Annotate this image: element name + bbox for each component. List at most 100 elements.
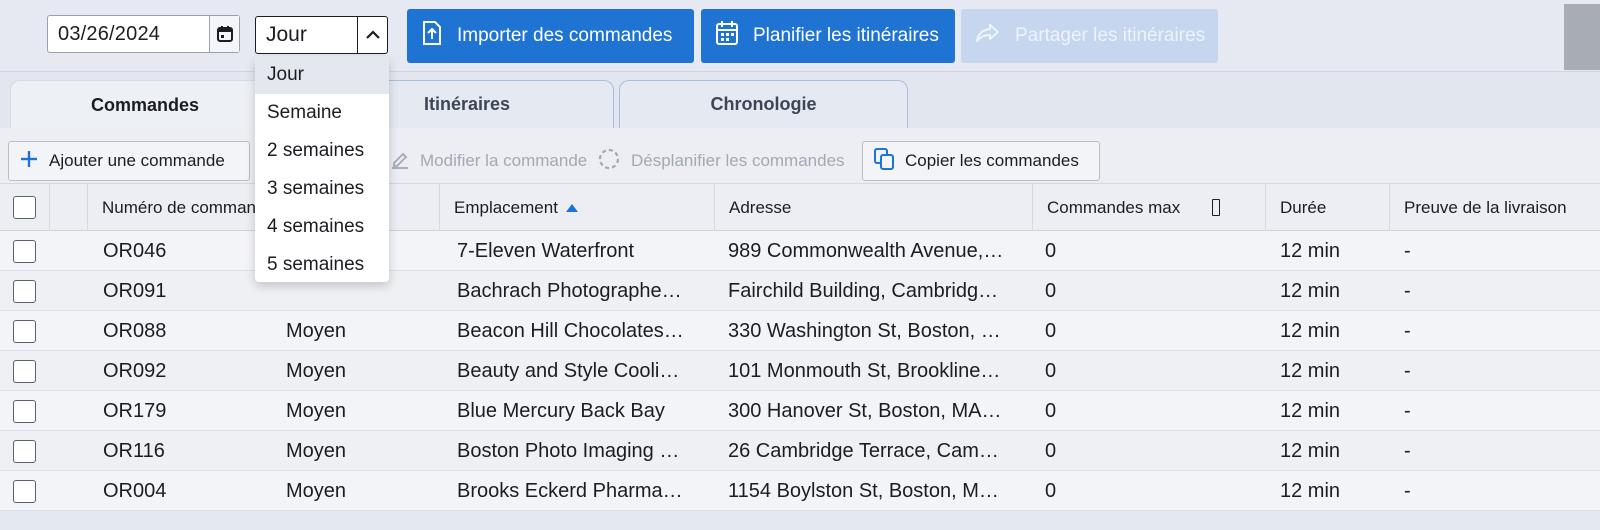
pencil-icon <box>390 149 410 174</box>
cell-max-orders: 0 <box>1045 399 1057 422</box>
plus-icon <box>19 149 39 174</box>
share-routes-label: Partager les itinéraires <box>1015 25 1206 46</box>
orders-table: Numéro de commande Emplacement Adresse C… <box>0 184 1600 511</box>
cell-max-orders: 0 <box>1045 359 1057 382</box>
cell-max-orders: 0 <box>1045 239 1057 262</box>
share-routes-button[interactable]: Partager les itinéraires <box>961 9 1218 63</box>
cell-location: Beacon Hill Chocolates… <box>457 319 684 342</box>
plan-routes-label: Planifier les itinéraires <box>753 25 939 46</box>
cell-max-orders: 0 <box>1045 479 1057 502</box>
plan-routes-button[interactable]: Planifier les itinéraires <box>701 9 955 63</box>
cell-address: 26 Cambridge Terrace, Cam… <box>728 439 999 462</box>
header-proof[interactable]: Preuve de la livraison <box>1389 184 1600 231</box>
table-row[interactable]: OR092 Moyen Beauty and Style Cooli… 101 … <box>0 351 1600 391</box>
copy-icon <box>873 147 895 176</box>
copy-orders-label: Copier les commandes <box>905 151 1079 170</box>
date-value[interactable]: 03/26/2024 <box>48 23 209 46</box>
upload-file-icon <box>421 20 443 52</box>
tab-timeline[interactable]: Chronologie <box>619 80 908 128</box>
cell-address: 330 Washington St, Boston, … <box>728 319 1001 342</box>
table-row[interactable]: OR179 Moyen Blue Mercury Back Bay 300 Ha… <box>0 391 1600 431</box>
cell-duration: 12 min <box>1280 399 1341 422</box>
cell-size: Moyen <box>286 359 347 382</box>
copy-orders-button[interactable]: Copier les commandes <box>862 141 1100 181</box>
period-option-day[interactable]: Jour <box>255 56 389 94</box>
tab-orders[interactable]: Commandes <box>10 80 280 129</box>
chevron-up-icon[interactable] <box>357 17 387 53</box>
cell-address: 1154 Boylston St, Boston, M… <box>728 479 999 502</box>
header-spacer <box>49 184 87 231</box>
refresh-dashed-icon <box>597 147 621 176</box>
date-picker[interactable]: 03/26/2024 <box>47 15 240 53</box>
select-all-checkbox[interactable] <box>13 196 36 219</box>
period-option-week[interactable]: Semaine <box>255 94 389 132</box>
cell-max-orders: 0 <box>1045 279 1057 302</box>
header-max-orders[interactable]: Commandes max <box>1032 184 1265 231</box>
cell-duration: 12 min <box>1280 319 1341 342</box>
cell-duration: 12 min <box>1280 479 1341 502</box>
header-address[interactable]: Adresse <box>714 184 1032 231</box>
header-duration[interactable]: Durée <box>1265 184 1389 231</box>
cell-size: Moyen <box>286 319 347 342</box>
top-toolbar: 03/26/2024 Jour Importer des commandes P… <box>0 0 1600 72</box>
add-order-button[interactable]: Ajouter une commande <box>8 141 250 181</box>
period-value[interactable]: Jour <box>256 23 357 47</box>
row-checkbox[interactable] <box>13 440 36 463</box>
cell-proof: - <box>1404 399 1411 422</box>
cell-order-number: OR092 <box>103 359 167 382</box>
cell-size: Moyen <box>286 439 347 462</box>
row-checkbox[interactable] <box>13 280 36 303</box>
header-order-number[interactable]: Numéro de commande <box>87 184 257 231</box>
cell-address: Fairchild Building, Cambridg… <box>728 279 999 302</box>
period-option-5-weeks[interactable]: 5 semaines <box>255 246 389 282</box>
cell-proof: - <box>1404 439 1411 462</box>
cell-location: Bachrach Photographe… <box>457 279 682 302</box>
header-location[interactable]: Emplacement <box>439 184 714 231</box>
row-checkbox[interactable] <box>13 360 36 383</box>
cell-duration: 12 min <box>1280 239 1341 262</box>
row-checkbox[interactable] <box>13 240 36 263</box>
cell-proof: - <box>1404 279 1411 302</box>
column-resize-icon[interactable] <box>1212 199 1221 216</box>
period-option-2-weeks[interactable]: 2 semaines <box>255 132 389 170</box>
cell-size: Moyen <box>286 479 347 502</box>
row-checkbox[interactable] <box>13 480 36 503</box>
table-row[interactable]: OR116 Moyen Boston Photo Imaging … 26 Ca… <box>0 431 1600 471</box>
scrollbar-thumb[interactable] <box>1564 4 1600 70</box>
cell-proof: - <box>1404 359 1411 382</box>
calendar-icon[interactable] <box>209 16 239 52</box>
cell-location: 7-Eleven Waterfront <box>457 239 635 262</box>
unplan-orders-button[interactable]: Désplanifier les commandes <box>597 141 845 181</box>
table-row[interactable]: OR088 Moyen Beacon Hill Chocolates… 330 … <box>0 311 1600 351</box>
period-option-3-weeks[interactable]: 3 semaines <box>255 170 389 208</box>
period-dropdown-menu: Jour Semaine 2 semaines 3 semaines 4 sem… <box>255 56 389 282</box>
cell-duration: 12 min <box>1280 279 1341 302</box>
import-orders-label: Importer des commandes <box>457 25 673 46</box>
row-checkbox[interactable] <box>13 320 36 343</box>
cell-address: 300 Hanover St, Boston, MA… <box>728 399 1002 422</box>
edit-order-button[interactable]: Modifier la commande <box>390 141 587 181</box>
cell-max-orders: 0 <box>1045 319 1057 342</box>
period-select[interactable]: Jour <box>255 16 388 54</box>
cell-order-number: OR091 <box>103 279 167 302</box>
cell-address: 101 Monmouth St, Brookline… <box>728 359 1001 382</box>
orders-action-bar: Ajouter une commande Modifier la command… <box>0 128 1600 184</box>
table-header: Numéro de commande Emplacement Adresse C… <box>0 184 1600 231</box>
table-row[interactable]: OR091 Bachrach Photographe… Fairchild Bu… <box>0 271 1600 311</box>
table-row[interactable]: OR004 Moyen Brooks Eckerd Pharma… 1154 B… <box>0 471 1600 511</box>
cell-location: Boston Photo Imaging … <box>457 439 680 462</box>
sort-asc-icon <box>565 203 579 213</box>
bottom-strip <box>0 511 1600 530</box>
period-option-4-weeks[interactable]: 4 semaines <box>255 208 389 246</box>
header-location-label: Emplacement <box>454 197 558 217</box>
import-orders-button[interactable]: Importer des commandes <box>407 9 694 63</box>
cell-proof: - <box>1404 479 1411 502</box>
cell-address: 989 Commonwealth Avenue,… <box>728 239 1004 262</box>
add-order-label: Ajouter une commande <box>49 151 225 170</box>
cell-order-number: OR088 <box>103 319 167 342</box>
cell-location: Blue Mercury Back Bay <box>457 399 665 422</box>
table-row[interactable]: OR046 7-Eleven Waterfront 989 Commonweal… <box>0 231 1600 271</box>
cell-duration: 12 min <box>1280 359 1341 382</box>
row-checkbox[interactable] <box>13 400 36 423</box>
cell-location: Beauty and Style Cooli… <box>457 359 680 382</box>
